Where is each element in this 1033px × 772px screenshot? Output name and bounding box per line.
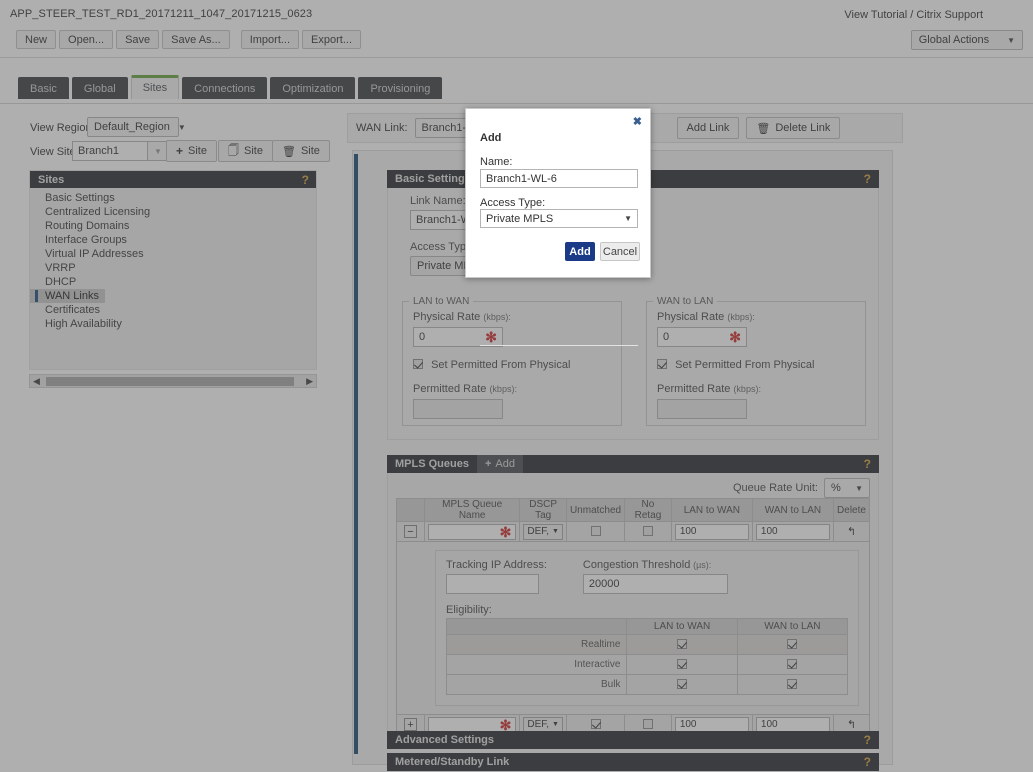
dialog-add-button[interactable]: Add [565,242,595,261]
chevron-down-icon: ▼ [624,214,632,223]
dialog-name-label: Name: [480,156,513,168]
dialog-access-type-value: Private MPLS [486,212,554,225]
dialog-cancel-button[interactable]: Cancel [600,242,640,261]
dialog-access-type-select[interactable]: Private MPLS ▼ [480,209,638,228]
dialog-divider [480,345,638,346]
dialog-name-input[interactable]: Branch1-WL-6 [480,169,638,188]
add-wan-link-dialog: ✖ Add Name: Branch1-WL-6 Access Type: Pr… [465,108,651,346]
close-icon[interactable]: ✖ [633,115,642,128]
dialog-access-type-label: Access Type: [480,197,546,209]
dialog-title: Add [480,132,502,144]
dialog-name-value: Branch1-WL-6 [486,172,557,185]
